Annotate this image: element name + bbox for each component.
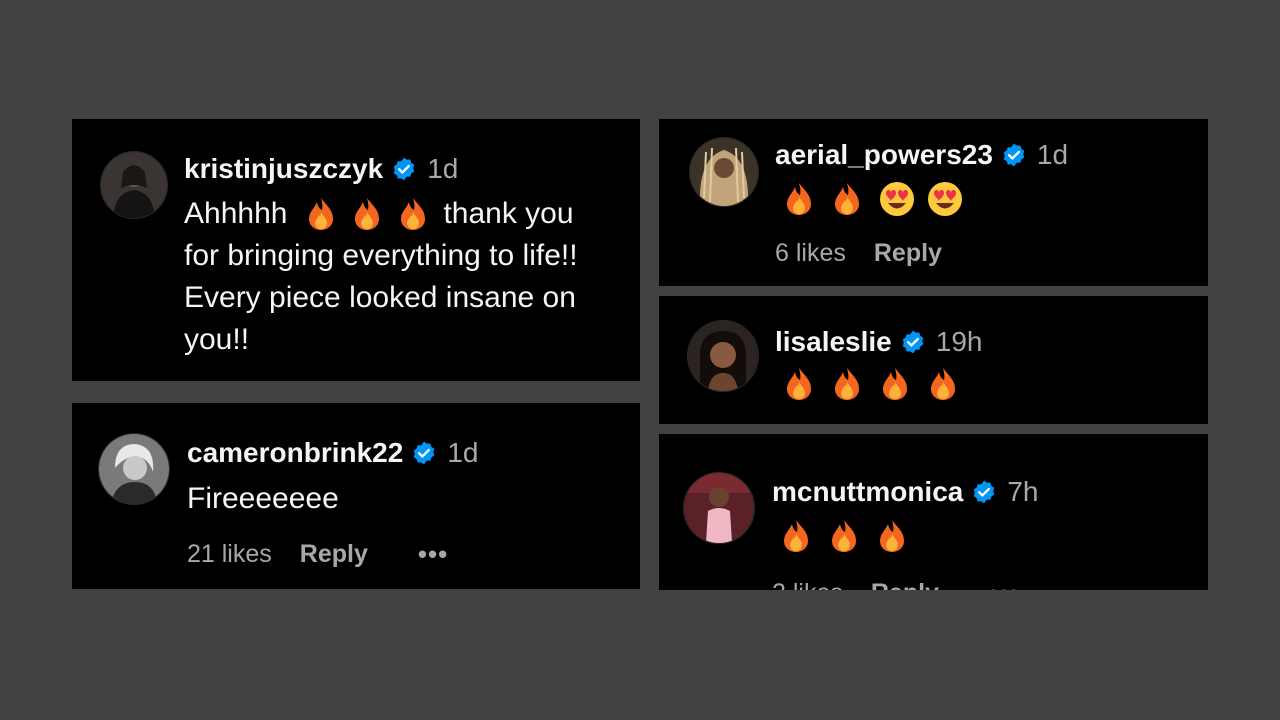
comment-header: aerial_powers23 1d: [775, 139, 1068, 171]
comment-text-line: Ahhhhh: [184, 197, 288, 230]
reply-button[interactable]: Reply: [300, 540, 368, 569]
heart-eyes-icon: [879, 181, 915, 217]
avatar[interactable]: [689, 137, 759, 207]
timestamp: 19h: [935, 326, 983, 357]
comment-card-mcnuttmonica: mcnuttmonica 7h 2 likes Reply •••: [659, 434, 1208, 590]
likes-count[interactable]: 21 likes: [187, 540, 272, 569]
timestamp: 1d: [427, 153, 459, 184]
likes-count[interactable]: 6 likes: [775, 239, 846, 268]
comment-card-aerial_powers23: aerial_powers23 1d 6 likes Reply: [659, 119, 1208, 286]
heart-eyes-icon: [927, 181, 963, 217]
avatar[interactable]: [98, 433, 170, 505]
emoji-row: [780, 518, 924, 554]
comment-card-cameronbrink22: cameronbrink22 1d Fireeeeeee 21 likes Re…: [72, 403, 640, 589]
username[interactable]: cameronbrink22: [187, 437, 403, 469]
comment-text-line: thank you: [443, 197, 574, 230]
username[interactable]: mcnuttmonica: [772, 476, 963, 508]
timestamp: 1d: [447, 437, 479, 468]
avatar[interactable]: [687, 320, 759, 392]
fire-icon: [783, 181, 815, 217]
username[interactable]: aerial_powers23: [775, 139, 993, 171]
comment-card-kristinjuszczyk: kristinjuszczyk 1d Ahhhhh thank you for …: [72, 119, 640, 381]
timestamp: 1d: [1036, 139, 1069, 170]
comment-actions: 2 likes Reply •••: [772, 578, 1019, 590]
comment-text-line: you!!: [184, 323, 250, 356]
timestamp: 7h: [1007, 476, 1039, 507]
comment-actions: 6 likes Reply: [775, 239, 942, 268]
verified-badge-icon: [971, 479, 997, 505]
username[interactable]: kristinjuszczyk: [184, 153, 383, 185]
verified-badge-icon: [900, 329, 926, 355]
fire-icon: [305, 196, 337, 232]
username[interactable]: lisaleslie: [775, 326, 892, 358]
emoji-row: [783, 366, 975, 402]
comment-text: Fireeeeeee: [187, 482, 339, 515]
fire-icon: [876, 518, 908, 554]
fire-icon: [780, 518, 812, 554]
comment-text-line: for bringing everything to life!!: [184, 239, 578, 272]
verified-badge-icon: [411, 440, 437, 466]
reply-button[interactable]: Reply: [871, 579, 939, 590]
fire-icon: [831, 366, 863, 402]
avatar[interactable]: [683, 472, 755, 544]
fire-icon: [783, 366, 815, 402]
verified-badge-icon: [391, 156, 417, 182]
comment-text-line: Every piece looked insane on: [184, 281, 576, 314]
emoji-row: [305, 196, 443, 232]
fire-icon: [828, 518, 860, 554]
reply-button[interactable]: Reply: [874, 239, 942, 268]
comment-text: Ahhhhh thank you for bringing everything…: [184, 193, 578, 361]
fire-icon: [927, 366, 959, 402]
comment-header: lisaleslie 19h: [775, 326, 982, 358]
comment-header: mcnuttmonica 7h: [772, 476, 1039, 508]
comment-header: kristinjuszczyk 1d: [184, 153, 458, 185]
more-options-icon[interactable]: •••: [418, 539, 448, 570]
more-options-icon[interactable]: •••: [989, 578, 1019, 590]
fire-icon: [397, 196, 429, 232]
emoji-row: [783, 181, 979, 217]
comment-actions: 21 likes Reply •••: [187, 539, 448, 570]
likes-count[interactable]: 2 likes: [772, 579, 843, 590]
fire-icon: [879, 366, 911, 402]
verified-badge-icon: [1001, 142, 1027, 168]
fire-icon: [351, 196, 383, 232]
comment-header: cameronbrink22 1d: [187, 437, 478, 469]
avatar[interactable]: [100, 151, 168, 219]
comment-card-lisaleslie: lisaleslie 19h: [659, 296, 1208, 424]
fire-icon: [831, 181, 863, 217]
